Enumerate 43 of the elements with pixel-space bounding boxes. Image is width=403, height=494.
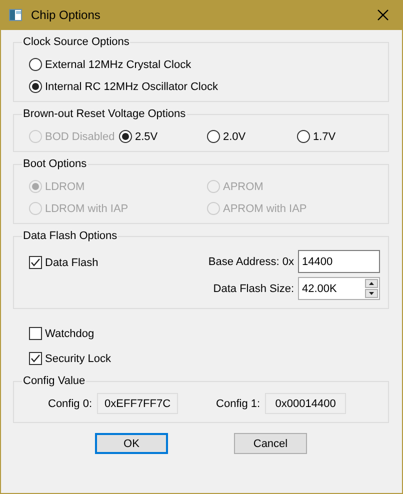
- field-label: Config 0:: [48, 398, 92, 410]
- checkbox-label: Data Flash: [45, 256, 98, 268]
- radio-label: 1.7V: [313, 130, 336, 142]
- app-icon: [9, 9, 22, 21]
- triangle-down-icon: [369, 292, 374, 295]
- ok-button[interactable]: OK: [95, 433, 168, 454]
- radio-button[interactable]: [119, 130, 132, 143]
- radio-label: BOD Disabled: [45, 130, 115, 142]
- radio-label: Internal RC 12MHz Oscillator Clock: [45, 80, 218, 92]
- group-title: Boot Options: [22, 158, 88, 170]
- group-title: Config Value: [22, 375, 86, 387]
- group-title: Data Flash Options: [22, 230, 118, 242]
- cancel-button[interactable]: Cancel: [234, 433, 307, 454]
- spin-up-button[interactable]: [365, 279, 378, 288]
- radio-label: APROM with IAP: [223, 202, 307, 214]
- radio-button[interactable]: [29, 58, 42, 71]
- field-label: Data Flash Size:: [212, 282, 294, 294]
- field-label: Base Address: 0x: [208, 256, 294, 268]
- readonly-field: 0xEFF7FF7C: [97, 393, 178, 414]
- radio-button[interactable]: [29, 80, 42, 93]
- group-title: Clock Source Options: [22, 36, 130, 48]
- field-label: Config 1:: [216, 398, 260, 410]
- input-field[interactable]: 14400: [298, 250, 380, 273]
- radio-button[interactable]: [207, 130, 220, 143]
- close-button[interactable]: [376, 8, 390, 22]
- radio-label: LDROM: [45, 180, 85, 192]
- readonly-field: 0x00014400: [265, 393, 346, 414]
- checkbox[interactable]: [29, 327, 42, 340]
- radio-label: 2.0V: [223, 130, 246, 142]
- checkbox-label: Watchdog: [45, 328, 94, 340]
- checkbox[interactable]: [29, 352, 42, 365]
- radio-label: LDROM with IAP: [45, 202, 128, 214]
- radio-label: APROM: [223, 180, 264, 192]
- radio-button[interactable]: [297, 130, 310, 143]
- window-title: Chip Options: [31, 8, 102, 22]
- checkbox[interactable]: [29, 256, 42, 269]
- spin-down-button[interactable]: [365, 289, 378, 298]
- radio-label: External 12MHz Crystal Clock: [45, 58, 192, 70]
- triangle-up-icon: [369, 282, 374, 285]
- group-title: Brown-out Reset Voltage Options: [22, 108, 187, 120]
- spin-field[interactable]: 42.00K: [298, 277, 380, 300]
- checkbox-label: Security Lock: [45, 352, 112, 364]
- radio-label: 2.5V: [135, 130, 158, 142]
